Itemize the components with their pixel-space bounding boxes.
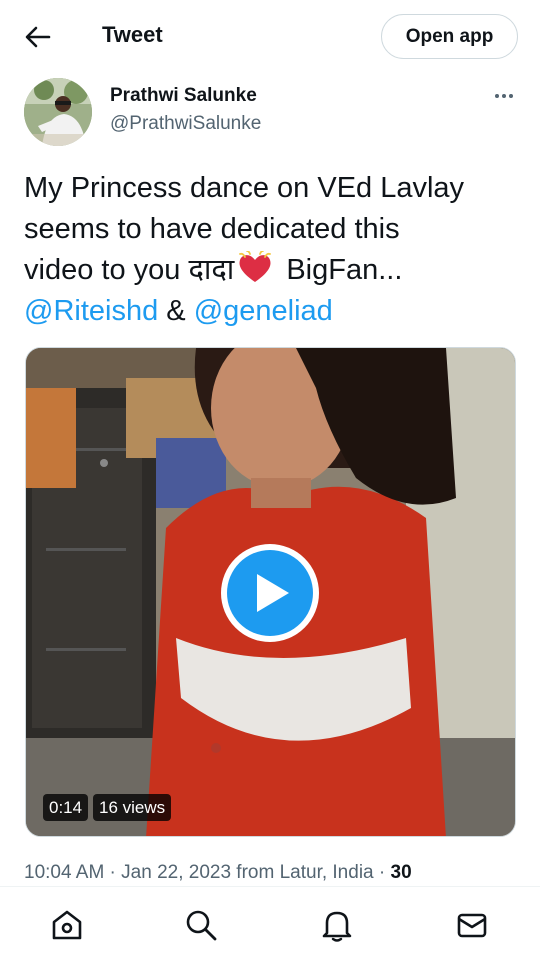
tweet-text-line-4: @Riteishd & @geneliad [24,291,524,332]
top-bar: Tweet Open app [0,0,540,74]
tweet-text-line-2: seems to have dedicated this [24,213,400,245]
tweet-metadata: 10:04 AM · Jan 22, 2023 from Latur, Indi… [24,862,412,884]
video-duration-badge: 0:14 [43,794,89,821]
author-display-name[interactable]: Prathwi Salunke [110,85,257,107]
more-options-button[interactable] [490,86,518,106]
tweet-text-line-3: video to you दादा BigFan... [24,250,524,291]
nav-notifications[interactable] [317,905,357,945]
search-icon [186,910,217,941]
mention-geneliad[interactable]: @geneliad [194,295,333,327]
video-player[interactable]: 0:14 16 views [25,347,516,837]
tweet-count[interactable]: 30 [391,862,412,883]
tweet-text-line-3-end: BigFan... [278,254,403,286]
bottom-navigation [0,886,540,960]
tweet-text-line-3-start: video to you दादा [24,254,235,286]
home-icon [52,910,82,940]
nav-home[interactable] [47,905,87,945]
author-handle[interactable]: @PrathwiSalunke [110,113,261,135]
envelope-icon [457,913,487,938]
page-title: Tweet [102,22,163,47]
back-button[interactable] [18,20,58,54]
back-arrow-icon [25,26,51,48]
mention-riteishd[interactable]: @Riteishd [24,295,158,327]
heart-emoji-icon [239,251,272,282]
tweet-text: My Princess dance on VEd Lavlay seems to… [24,168,524,332]
nav-messages[interactable] [452,905,492,945]
video-views-badge: 16 views [93,794,172,821]
tweet-author: Prathwi Salunke @PrathwiSalunke [24,78,524,148]
play-button[interactable] [221,544,319,642]
play-button-fill [227,550,313,636]
more-horizontal-icon [495,94,499,98]
avatar[interactable] [24,78,92,146]
tweet-timestamp-location: 10:04 AM · Jan 22, 2023 from Latur, Indi… [24,862,391,883]
play-icon [257,574,289,612]
ampersand-text: & [158,295,194,327]
tweet-text-line-1: My Princess dance on VEd Lavlay [24,172,465,204]
bell-icon [322,911,352,942]
open-app-button[interactable]: Open app [381,14,518,59]
nav-search[interactable] [181,905,221,945]
